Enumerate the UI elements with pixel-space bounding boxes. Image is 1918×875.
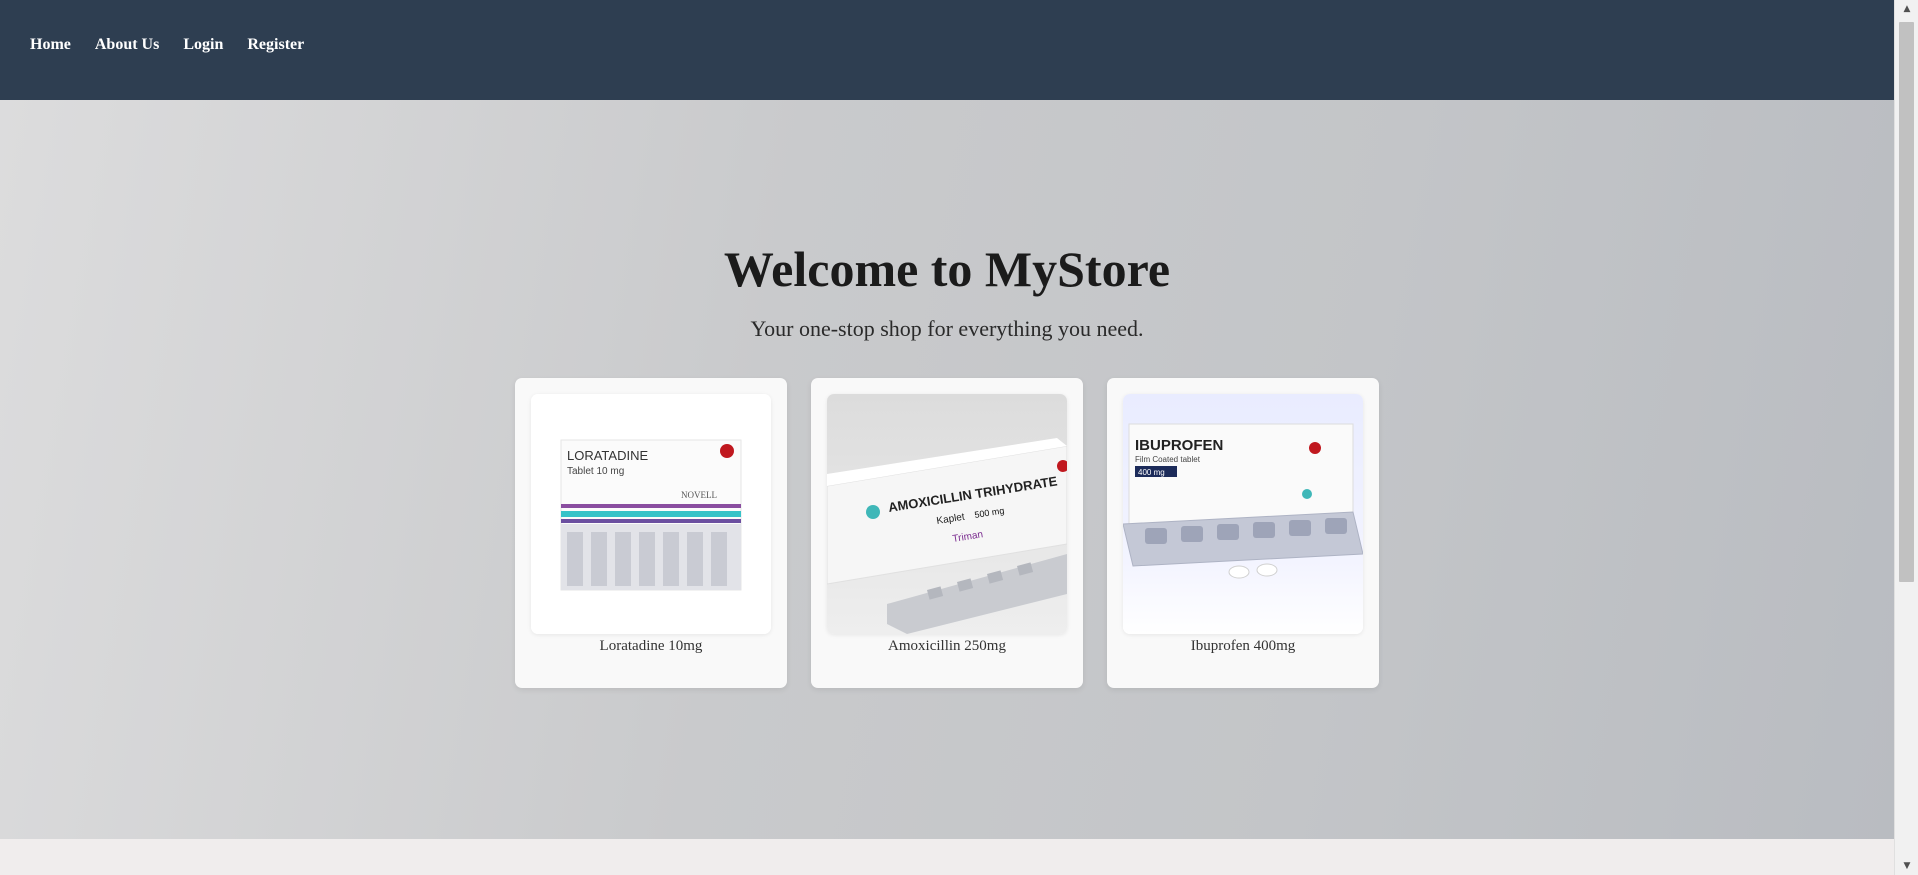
amoxicillin-package-image: AMOXICILLIN TRIHYDRATE Kaplet 500 mg Tri… — [827, 394, 1067, 634]
nav-home-link[interactable]: Home — [30, 36, 71, 54]
product-image-amoxicillin[interactable]: AMOXICILLIN TRIHYDRATE Kaplet 500 mg Tri… — [827, 394, 1067, 634]
product-name[interactable]: Ibuprofen 400mg — [1107, 638, 1379, 655]
scroll-up-arrow-icon[interactable]: ▲ — [1895, 0, 1918, 18]
hero-section: Welcome to MyStore Your one-stop shop fo… — [0, 100, 1894, 839]
product-card-amoxicillin[interactable]: AMOXICILLIN TRIHYDRATE Kaplet 500 mg Tri… — [811, 378, 1083, 688]
product-image-ibuprofen[interactable]: IBUPROFEN Film Coated tablet 400 mg — [1123, 394, 1363, 634]
loratadine-package-image: LORATADINE Tablet 10 mg NOVELL — [531, 394, 771, 634]
ibuprofen-package-dose: 400 mg — [1138, 468, 1165, 477]
nav-login-link[interactable]: Login — [183, 36, 223, 54]
loratadine-package-dose: Tablet 10 mg — [567, 466, 624, 477]
ibuprofen-package-form: Film Coated tablet — [1135, 455, 1201, 464]
product-name[interactable]: Amoxicillin 250mg — [811, 638, 1083, 655]
product-image-loratadine[interactable]: LORATADINE Tablet 10 mg NOVELL — [531, 394, 771, 634]
hero-subtitle: Your one-stop shop for everything you ne… — [750, 316, 1144, 341]
ibuprofen-package-image: IBUPROFEN Film Coated tablet 400 mg — [1123, 394, 1363, 634]
scrollbar-thumb[interactable] — [1899, 22, 1914, 582]
ibuprofen-package-title: IBUPROFEN — [1135, 437, 1223, 454]
loratadine-package-brand: NOVELL — [681, 490, 717, 500]
product-list: LORATADINE Tablet 10 mg NOVELL Loratadin… — [515, 378, 1379, 688]
product-card-ibuprofen[interactable]: IBUPROFEN Film Coated tablet 400 mg Ibup… — [1107, 378, 1379, 688]
nav-about-us-link[interactable]: About Us — [95, 36, 159, 54]
nav-register-link[interactable]: Register — [247, 36, 304, 54]
hero-title: Welcome to MyStore — [723, 241, 1171, 297]
product-name[interactable]: Loratadine 10mg — [515, 638, 787, 655]
vertical-scrollbar[interactable]: ▲ ▼ — [1894, 0, 1918, 875]
page: Home About Us Login Register Welcome to … — [0, 0, 1918, 875]
loratadine-package-title: LORATADINE — [567, 448, 648, 463]
scroll-down-arrow-icon[interactable]: ▼ — [1895, 857, 1918, 875]
navbar: Home About Us Login Register — [0, 0, 1894, 100]
product-card-loratadine[interactable]: LORATADINE Tablet 10 mg NOVELL Loratadin… — [515, 378, 787, 688]
